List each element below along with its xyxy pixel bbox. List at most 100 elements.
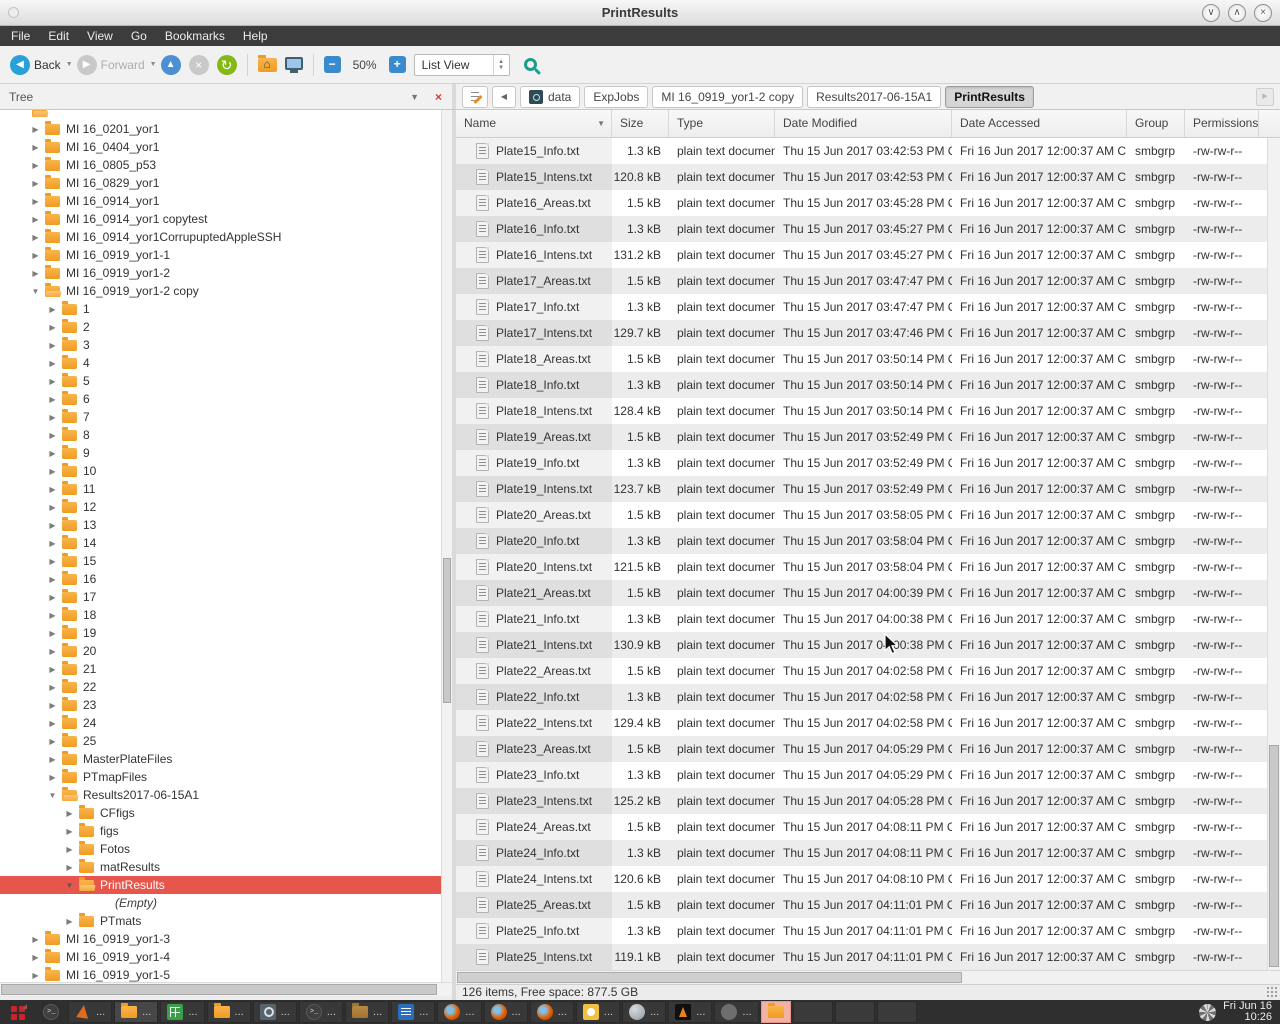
scrollbar-thumb[interactable]	[457, 972, 962, 983]
tree-horizontal-scrollbar[interactable]	[0, 982, 452, 996]
tree-item-figs[interactable]: ▶figs	[0, 822, 452, 840]
path-segment-data[interactable]: data	[520, 86, 580, 108]
table-row-plate15-info-txt[interactable]: Plate15_Info.txt1.3 kBplain text documen…	[456, 138, 1280, 164]
table-row-plate17-intens-txt[interactable]: Plate17_Intens.txt129.7 kBplain text doc…	[456, 320, 1280, 346]
expand-arrow-icon[interactable]: ▶	[46, 359, 59, 368]
tree-item-cffigs[interactable]: ▶CFfigs	[0, 804, 452, 822]
column-header-name[interactable]: Name▼	[456, 110, 612, 137]
up-button[interactable]: ▲	[157, 53, 185, 77]
zoom-in-button[interactable]: +	[385, 54, 410, 75]
expand-arrow-icon[interactable]: ▶	[63, 917, 76, 926]
search-button[interactable]	[510, 56, 541, 73]
taskbar-item-writer-9[interactable]: ...	[391, 1001, 435, 1023]
expand-arrow-icon[interactable]: ▶	[46, 629, 59, 638]
column-header-date-modified[interactable]: Date Modified	[775, 110, 952, 137]
expand-arrow-icon[interactable]: ▶	[63, 845, 76, 854]
expand-arrow-icon[interactable]: ▶	[29, 953, 42, 962]
tree-item-4[interactable]: ▶4	[0, 354, 452, 372]
column-header-type[interactable]: Type	[669, 110, 775, 137]
tree-item-fotos[interactable]: ▶Fotos	[0, 840, 452, 858]
list-vertical-scrollbar[interactable]	[1267, 138, 1280, 970]
expand-arrow-icon[interactable]: ▶	[29, 161, 42, 170]
table-row-plate18-info-txt[interactable]: Plate18_Info.txt1.3 kBplain text documen…	[456, 372, 1280, 398]
table-row-plate20-areas-txt[interactable]: Plate20_Areas.txt1.5 kBplain text docume…	[456, 502, 1280, 528]
path-scroll-left-button[interactable]: ◀	[492, 86, 516, 108]
taskbar-item-terminal-7[interactable]: ...	[299, 1001, 343, 1023]
taskbar-item-firefox-12[interactable]: ...	[530, 1001, 574, 1023]
taskbar-item-calc-4[interactable]: ...	[160, 1001, 204, 1023]
taskbar-item-impress-13[interactable]: ...	[576, 1001, 620, 1023]
table-row-plate24-areas-txt[interactable]: Plate24_Areas.txt1.5 kBplain text docume…	[456, 814, 1280, 840]
tree-item-21[interactable]: ▶21	[0, 660, 452, 678]
tree-item-matresults[interactable]: ▶matResults	[0, 858, 452, 876]
tree-item-16[interactable]: ▶16	[0, 570, 452, 588]
expand-arrow-icon[interactable]: ▶	[29, 233, 42, 242]
path-segment-printresults[interactable]: PrintResults	[945, 86, 1034, 108]
tree-item-19[interactable]: ▶19	[0, 624, 452, 642]
sidebar-dropdown-icon[interactable]: ▼	[410, 92, 419, 102]
tree-item-22[interactable]: ▶22	[0, 678, 452, 696]
table-row-plate20-intens-txt[interactable]: Plate20_Intens.txt121.5 kBplain text doc…	[456, 554, 1280, 580]
expand-arrow-icon[interactable]: ▶	[63, 827, 76, 836]
edit-path-button[interactable]	[462, 86, 488, 108]
table-row-plate19-areas-txt[interactable]: Plate19_Areas.txt1.5 kBplain text docume…	[456, 424, 1280, 450]
expand-arrow-icon[interactable]: ▶	[46, 485, 59, 494]
table-row-plate16-info-txt[interactable]: Plate16_Info.txt1.3 kBplain text documen…	[456, 216, 1280, 242]
tree-item-blank[interactable]	[0, 110, 452, 120]
table-row-plate25-areas-txt[interactable]: Plate25_Areas.txt1.5 kBplain text docume…	[456, 892, 1280, 918]
column-header-permissions[interactable]: Permissions	[1185, 110, 1259, 137]
table-row-plate16-areas-txt[interactable]: Plate16_Areas.txt1.5 kBplain text docume…	[456, 190, 1280, 216]
tree-item-2[interactable]: ▶2	[0, 318, 452, 336]
expand-arrow-icon[interactable]: ▶	[46, 503, 59, 512]
table-row-plate23-areas-txt[interactable]: Plate23_Areas.txt1.5 kBplain text docume…	[456, 736, 1280, 762]
collapse-arrow-icon[interactable]: ▼	[46, 791, 59, 800]
menu-file[interactable]: File	[2, 26, 39, 46]
table-row-plate24-info-txt[interactable]: Plate24_Info.txt1.3 kBplain text documen…	[456, 840, 1280, 866]
tree-item-ptmats[interactable]: ▶PTmats	[0, 912, 452, 930]
path-segment-expjobs[interactable]: ExpJobs	[584, 86, 648, 108]
table-row-plate25-info-txt[interactable]: Plate25_Info.txt1.3 kBplain text documen…	[456, 918, 1280, 944]
taskbar-item-firefox-10[interactable]: ...	[437, 1001, 481, 1023]
refresh-button[interactable]: ↻	[213, 53, 241, 77]
expand-arrow-icon[interactable]: ▶	[46, 755, 59, 764]
computer-button[interactable]	[281, 58, 307, 72]
table-row-plate24-intens-txt[interactable]: Plate24_Intens.txt120.6 kBplain text doc…	[456, 866, 1280, 892]
tree-item-empty[interactable]: (Empty)	[0, 894, 452, 912]
expand-arrow-icon[interactable]: ▶	[29, 935, 42, 944]
expand-arrow-icon[interactable]: ▶	[46, 395, 59, 404]
expand-arrow-icon[interactable]: ▶	[46, 467, 59, 476]
table-row-plate22-areas-txt[interactable]: Plate22_Areas.txt1.5 kBplain text docume…	[456, 658, 1280, 684]
resize-grip-icon[interactable]	[1266, 986, 1278, 998]
table-row-plate21-info-txt[interactable]: Plate21_Info.txt1.3 kBplain text documen…	[456, 606, 1280, 632]
tree-item-8[interactable]: ▶8	[0, 426, 452, 444]
table-row-plate17-info-txt[interactable]: Plate17_Info.txt1.3 kBplain text documen…	[456, 294, 1280, 320]
scrollbar-thumb[interactable]	[1269, 745, 1279, 967]
taskbar-item-folder-brown-8[interactable]: ...	[345, 1001, 389, 1023]
minimize-button[interactable]: ∨	[1202, 4, 1220, 22]
table-row-plate23-info-txt[interactable]: Plate23_Info.txt1.3 kBplain text documen…	[456, 762, 1280, 788]
taskbar-item-globe-14[interactable]: ...	[622, 1001, 666, 1023]
taskbar-item-matlab-dark-15[interactable]: ...	[668, 1001, 712, 1023]
home-button[interactable]	[254, 56, 281, 74]
tree-item-mi-16-0919-yor1-5[interactable]: ▶MI 16_0919_yor1-5	[0, 966, 452, 982]
taskbar-item-gray-app-16[interactable]: ...	[714, 1001, 758, 1023]
taskbar-empty-slot[interactable]	[877, 1001, 917, 1023]
taskbar-item-terminal-1[interactable]	[36, 1001, 66, 1023]
table-row-plate19-info-txt[interactable]: Plate19_Info.txt1.3 kBplain text documen…	[456, 450, 1280, 476]
clock[interactable]: Fri Jun 16 10:26	[1223, 1001, 1272, 1023]
tree-item-mi-16-0805-p53[interactable]: ▶MI 16_0805_p53	[0, 156, 452, 174]
tree-item-results2017-06-15a1[interactable]: ▼Results2017-06-15A1	[0, 786, 452, 804]
expand-arrow-icon[interactable]: ▶	[29, 125, 42, 134]
expand-arrow-icon[interactable]: ▶	[29, 197, 42, 206]
tree-item-printresults[interactable]: ▼PrintResults	[0, 876, 452, 894]
expand-arrow-icon[interactable]: ▶	[46, 521, 59, 530]
tree-item-mi-16-0919-yor1-2-copy[interactable]: ▼MI 16_0919_yor1-2 copy	[0, 282, 452, 300]
taskbar-item-distro-menu-0[interactable]	[3, 1001, 34, 1023]
expand-arrow-icon[interactable]: ▶	[46, 413, 59, 422]
tree-item-12[interactable]: ▶12	[0, 498, 452, 516]
taskbar-item-firefox-11[interactable]: ...	[484, 1001, 528, 1023]
tree-item-1[interactable]: ▶1	[0, 300, 452, 318]
expand-arrow-icon[interactable]: ▶	[46, 539, 59, 548]
expand-arrow-icon[interactable]: ▶	[29, 971, 42, 980]
expand-arrow-icon[interactable]: ▶	[29, 269, 42, 278]
